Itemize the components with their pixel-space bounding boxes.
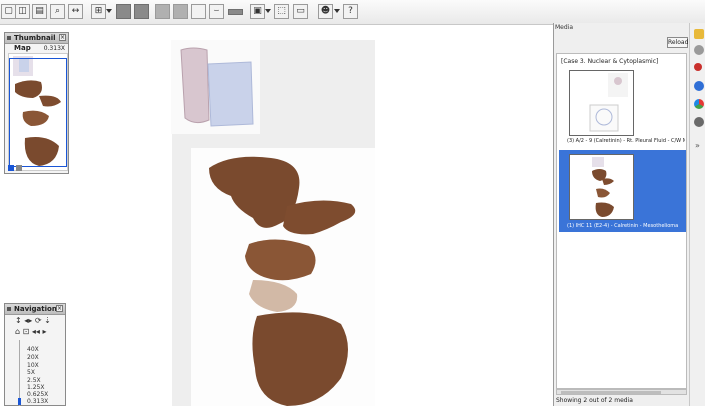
pin-marker-icon[interactable] — [694, 63, 702, 71]
users-icon: ☻ — [320, 6, 331, 16]
layout-icon: ⊞ — [94, 6, 103, 16]
zoom-level-2-5x[interactable]: 2.5X — [27, 377, 41, 384]
close-icon[interactable]: × — [59, 34, 66, 41]
view-controls[interactable]: ⌂ ⊡ ◂◂ ▸ — [15, 327, 46, 336]
ruler-button[interactable] — [228, 9, 243, 15]
fit-width-icon: ↔ — [71, 6, 80, 16]
zoom-level-40x[interactable]: 40X — [27, 346, 39, 353]
pan-down-icon[interactable]: ⇣ — [44, 316, 51, 325]
annotation-rect-button[interactable] — [155, 4, 170, 19]
split-view-icon: ◫ — [18, 6, 27, 16]
help-button[interactable]: ? — [343, 4, 358, 19]
overlay-dropdown-arrow-icon[interactable] — [265, 9, 271, 13]
media-title: Media — [555, 24, 574, 31]
zoom-level-10x[interactable]: 10X — [27, 362, 39, 369]
thumbnail-viewport-rect[interactable] — [9, 58, 67, 167]
annotation-text-button[interactable]: ⌣ — [209, 4, 224, 19]
annotation-box-button[interactable] — [191, 4, 206, 19]
slide-label-region — [171, 40, 260, 134]
home-icon[interactable]: ⌂ — [15, 327, 20, 336]
close-icon[interactable]: × — [56, 305, 63, 312]
zoom-level-1-25x[interactable]: 1.25X — [27, 384, 44, 391]
folder-icon[interactable] — [694, 29, 704, 39]
layout-dropdown-button[interactable]: ⊞ — [91, 4, 106, 19]
media-thumbnail-image — [589, 73, 628, 132]
toolbar: ▢ ◫ ▤ ⌕ ↔ ⊞ ⌣ ▣ ⬚ ▭ ☻ ? — [0, 0, 705, 25]
help-label: ? — [348, 6, 353, 16]
annotation-region-button[interactable] — [173, 4, 188, 19]
single-view-button[interactable]: ▢ — [1, 4, 16, 19]
magnifier-icon: ⌕ — [54, 6, 61, 16]
slide-tissue-region — [191, 148, 375, 406]
media-scrollbar-thumb[interactable] — [561, 391, 661, 394]
pan-up-icon[interactable]: ↕ — [15, 316, 22, 325]
info-icon[interactable] — [694, 81, 704, 91]
thumbnail-zoom-readout: 0.313X — [43, 45, 65, 52]
fit-icon[interactable]: ⊡ — [23, 327, 30, 336]
media-panel: Media Reload [Case 3. Nuclear & Cytoplas… — [553, 23, 689, 406]
reload-button[interactable]: Reload — [667, 37, 688, 48]
zoom-level-0-625x[interactable]: 0.625X — [27, 391, 48, 398]
media-item-thumbnail — [569, 70, 634, 136]
users-dropdown-button[interactable]: ☻ — [318, 4, 333, 19]
pin-icon[interactable] — [7, 36, 11, 40]
media-item-caption: (3) A/2 - 9 (Calretinin) - Rt. Pleural F… — [567, 138, 685, 144]
select-region-icon: ⬚ — [277, 6, 286, 16]
single-view-icon: ▢ — [4, 6, 13, 16]
overlay-dropdown-button[interactable]: ▣ — [250, 4, 265, 19]
thumbnail-control-icons[interactable] — [8, 165, 38, 171]
overlay-icon: ▣ — [253, 6, 262, 16]
media-horizontal-scrollbar[interactable] — [556, 389, 687, 395]
media-list[interactable]: [Case 3. Nuclear & Cytoplasmic] (3) A/2 … — [556, 53, 687, 389]
layout-dropdown-arrow-icon[interactable] — [106, 9, 112, 13]
zoom-slider-thumb[interactable] — [18, 398, 21, 405]
thumbnail-toolbar — [8, 165, 38, 171]
screenshot-button[interactable]: ▭ — [293, 4, 308, 19]
case-label: [Case 3. Nuclear & Cytoplasmic] — [561, 58, 659, 65]
media-item-thumbnail — [569, 154, 634, 220]
select-region-button[interactable]: ⬚ — [274, 4, 289, 19]
people-icon[interactable] — [694, 117, 704, 127]
rotate-right-button[interactable] — [134, 4, 149, 19]
tissue-image — [209, 156, 356, 406]
zoom-level-0-313x[interactable]: 0.313X — [27, 398, 48, 405]
media-status: Showing 2 out of 2 media — [556, 397, 633, 404]
slide-tray-icon: ▤ — [35, 6, 44, 16]
slide-label-image — [180, 47, 254, 127]
pin-icon[interactable] — [7, 307, 11, 311]
media-item-selected[interactable]: (1) IHC 11 (E2-4) - Calretinin - Mesothe… — [559, 150, 686, 232]
fit-width-button[interactable]: ↔ — [68, 4, 83, 19]
users-dropdown-arrow-icon[interactable] — [334, 9, 340, 13]
media-item-caption: (1) IHC 11 (E2-4) - Calretinin - Mesothe… — [567, 223, 679, 229]
right-tool-strip: » — [689, 23, 705, 406]
media-thumbnail-image — [592, 157, 614, 217]
rotate-left-button[interactable] — [116, 4, 131, 19]
thumbnail-map-panel: Thumbnail Map × 0.313X — [4, 32, 69, 174]
magnifier-button[interactable]: ⌕ — [50, 4, 65, 19]
zoom-slider-track[interactable] — [19, 340, 20, 406]
rotate-icon[interactable]: ⟳ — [35, 316, 42, 325]
pan-left-right-icon[interactable]: ◂▸ — [24, 316, 32, 325]
media-item[interactable]: (3) A/2 - 9 (Calretinin) - Rt. Pleural F… — [559, 68, 686, 148]
split-view-button[interactable]: ◫ — [15, 4, 30, 19]
rewind-icon[interactable]: ◂◂ — [32, 327, 40, 336]
expand-icon[interactable]: » — [695, 141, 700, 150]
text-annotation-icon: ⌣ — [213, 6, 220, 16]
zoom-level-5x[interactable]: 5X — [27, 369, 35, 376]
forward-icon[interactable]: ▸ — [42, 327, 46, 336]
comment-icon[interactable] — [694, 45, 704, 55]
slide-tray-button[interactable]: ▤ — [32, 4, 47, 19]
pan-controls[interactable]: ↕ ◂▸ ⟳ ⇣ — [15, 316, 51, 325]
screenshot-icon: ▭ — [296, 6, 305, 16]
color-icon[interactable] — [694, 99, 704, 109]
zoom-level-20x[interactable]: 20X — [27, 354, 39, 361]
